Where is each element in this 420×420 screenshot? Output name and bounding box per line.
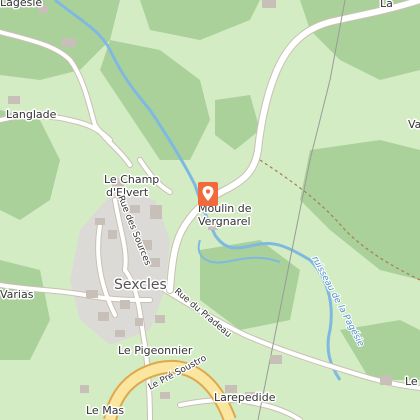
place-label-le-mas: Le Mas bbox=[86, 404, 124, 417]
town-label-sexcles: Sexcles bbox=[114, 277, 167, 293]
place-label-langlade: Langlade bbox=[6, 108, 57, 121]
place-label-champ-line1: Le Champ bbox=[104, 173, 159, 186]
map-pin-icon[interactable] bbox=[198, 182, 218, 206]
map-canvas[interactable]: Lagesie La Langlade Le Champ d'Elvert Mo… bbox=[0, 0, 420, 420]
place-label-pigeonnier: Le Pigeonnier bbox=[118, 344, 193, 357]
place-label-va: Va bbox=[408, 118, 420, 131]
place-label-champ-line2: d'Elvert bbox=[106, 186, 149, 199]
place-label-la: La bbox=[380, 0, 393, 10]
place-label-le: Le bbox=[405, 375, 418, 388]
place-label-larepedide: Larepedide bbox=[214, 391, 276, 404]
place-label-moulin-line2: Vergnarel bbox=[198, 215, 251, 228]
place-label-lagesie: Lagesie bbox=[0, 0, 42, 9]
place-label-varias: Varias bbox=[0, 288, 34, 301]
